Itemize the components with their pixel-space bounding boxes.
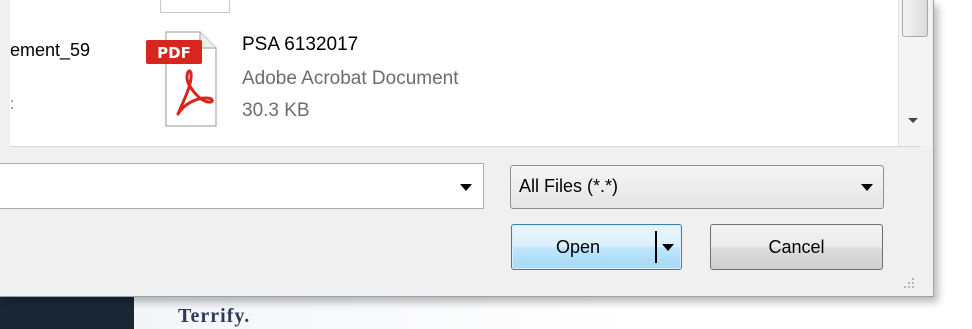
- scroll-down-arrow-icon[interactable]: [908, 118, 918, 123]
- file-item-detail: :: [10, 96, 15, 113]
- file-type-select[interactable]: All Files (*.*): [510, 165, 884, 209]
- file-item-name: ement_59: [10, 40, 91, 60]
- cancel-button[interactable]: Cancel: [710, 224, 883, 270]
- background-heading: Terrify.: [178, 305, 251, 327]
- file-type-dropdown-arrow-icon[interactable]: [861, 184, 873, 191]
- open-button[interactable]: Open: [511, 224, 682, 270]
- background-dark-panel: [0, 294, 134, 329]
- background-page: [134, 294, 972, 329]
- file-type-selected: All Files (*.*): [519, 176, 619, 196]
- pdf-file-icon: PDF: [146, 31, 217, 127]
- file-thumbnail-partial: [160, 0, 230, 13]
- file-name: PSA 6132017: [242, 34, 359, 55]
- open-options-arrow-icon[interactable]: [662, 244, 674, 251]
- file-type: Adobe Acrobat Document: [242, 68, 459, 89]
- open-button-label: Open: [556, 237, 601, 257]
- file-list-pane[interactable]: ement_59 : PDF PSA 6132017 Adobe Acrobat…: [10, 0, 931, 146]
- scrollbar-thumb[interactable]: [902, 0, 928, 37]
- open-split-separator: [655, 231, 657, 263]
- file-name-dropdown-arrow-icon[interactable]: [460, 184, 472, 191]
- file-name-combobox[interactable]: [0, 163, 484, 209]
- resize-grip-icon[interactable]: [902, 276, 916, 290]
- pane-divider: [10, 146, 920, 147]
- open-file-dialog: ement_59 : PDF PSA 6132017 Adobe Acrobat…: [0, 0, 934, 297]
- vertical-scrollbar[interactable]: [898, 0, 931, 146]
- file-size: 30.3 KB: [242, 100, 310, 121]
- pdf-badge-label: PDF: [157, 44, 191, 62]
- cancel-button-label: Cancel: [768, 237, 825, 257]
